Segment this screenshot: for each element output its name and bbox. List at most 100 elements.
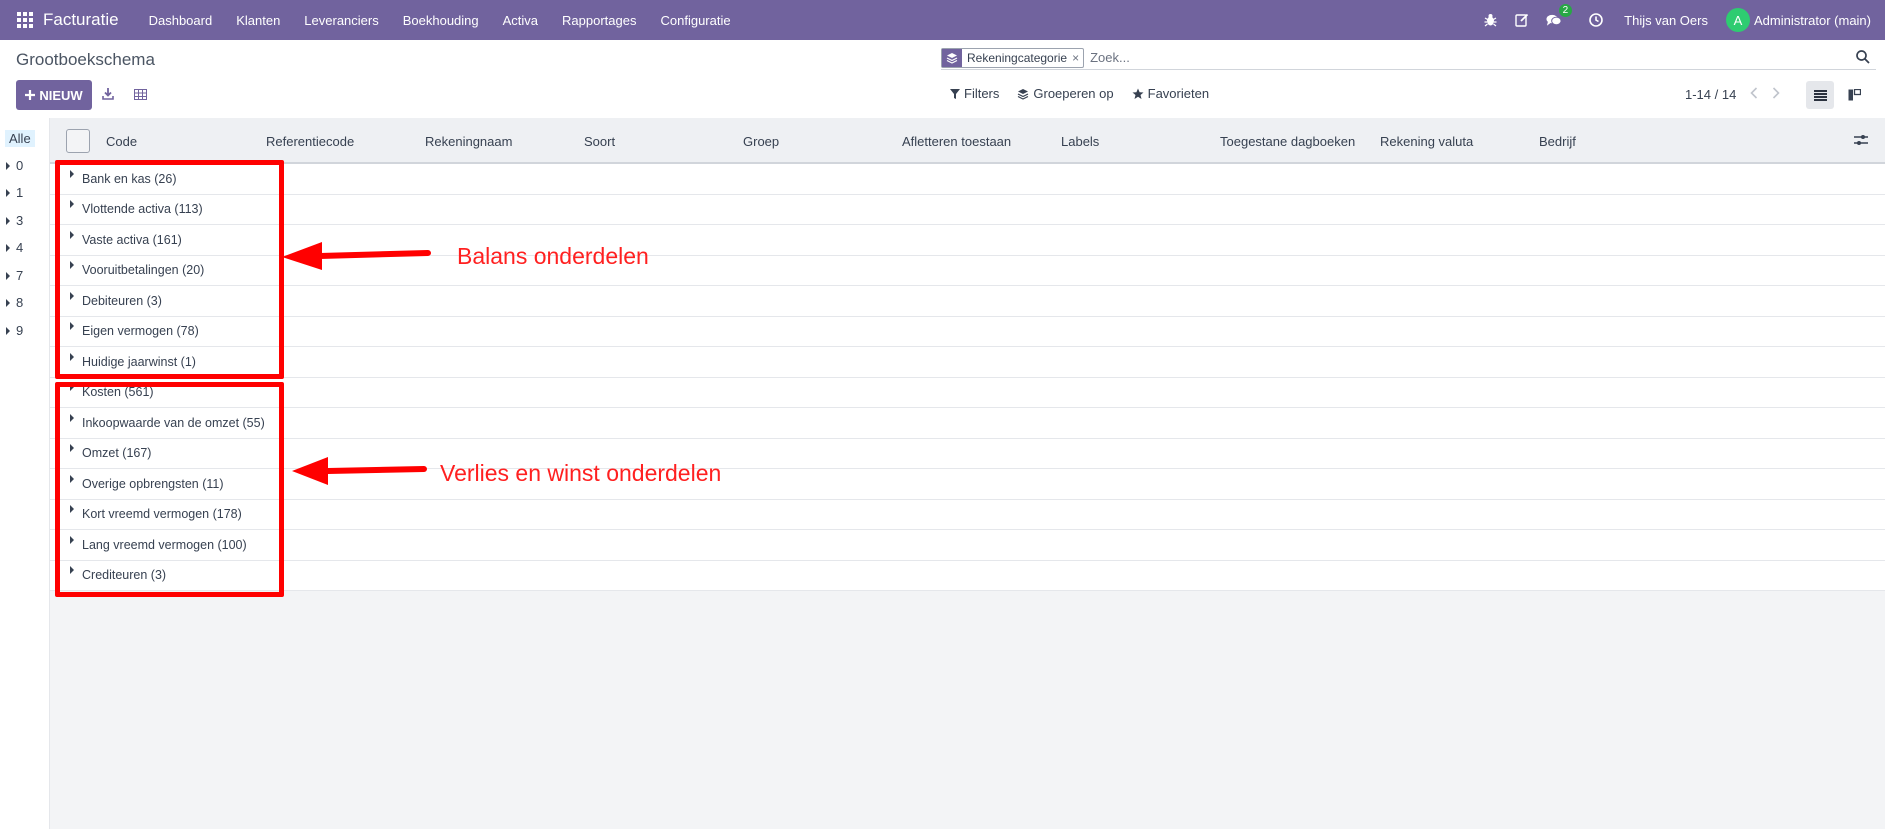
table-body: Bank en kas (26) Vlottende activa (113) …	[50, 164, 1885, 591]
new-button-label: NIEUW	[39, 87, 83, 103]
plus-icon	[25, 90, 36, 100]
kanban-icon	[1848, 89, 1861, 101]
edit-note-icon[interactable]	[1514, 12, 1530, 28]
group-row[interactable]: Debiteuren (3)	[50, 286, 1885, 317]
chat-icon[interactable]: 2	[1546, 4, 1573, 28]
side-item-1[interactable]: 1	[6, 185, 23, 200]
side-item-8[interactable]: 8	[6, 295, 23, 310]
group-row[interactable]: Inkoopwaarde van de omzet (55)	[50, 408, 1885, 439]
pnl-arrow-icon	[292, 457, 427, 485]
group-row[interactable]: Bank en kas (26)	[50, 164, 1885, 195]
side-item-9[interactable]: 9	[6, 323, 23, 338]
apps-grid-icon[interactable]	[17, 12, 33, 28]
side-item-label: 0	[16, 158, 24, 173]
page-title[interactable]: Grootboekschema	[16, 50, 155, 70]
column-settings-icon[interactable]	[1854, 134, 1868, 149]
group-row[interactable]: Vlottende activa (113)	[50, 195, 1885, 225]
menu-boekhouding[interactable]: Boekhouding	[391, 13, 491, 28]
search-bar[interactable]: Rekeningcategorie × Zoek...	[941, 46, 1876, 70]
select-all-checkbox[interactable]	[66, 129, 90, 153]
side-item-label: 3	[16, 213, 24, 228]
column-bedrijf[interactable]: Bedrijf	[1539, 134, 1576, 149]
facet-remove-icon[interactable]: ×	[1072, 51, 1083, 65]
group-row[interactable]: Huidige jaarwinst (1)	[50, 347, 1885, 378]
table-header: Code Referentiecode Rekeningnaam Soort G…	[50, 118, 1885, 164]
bug-icon[interactable]	[1482, 12, 1498, 28]
column-rekeningnaam[interactable]: Rekeningnaam	[425, 134, 512, 149]
menu-dashboard[interactable]: Dashboard	[137, 13, 225, 28]
favorites-toggle[interactable]: Favorieten	[1132, 86, 1209, 101]
menu-klanten[interactable]: Klanten	[224, 13, 292, 28]
new-button[interactable]: NIEUW	[16, 80, 92, 110]
side-item-7[interactable]: 7	[6, 268, 23, 283]
company-switcher[interactable]: Thijs van Oers	[1624, 13, 1708, 28]
pager-value[interactable]: 1-14 / 14	[1685, 87, 1736, 102]
column-valuta[interactable]: Rekening valuta	[1380, 134, 1473, 149]
side-item-label: 9	[16, 323, 24, 338]
caret-right-icon	[6, 326, 10, 335]
list-view-button[interactable]	[1806, 81, 1834, 109]
column-groep[interactable]: Groep	[743, 134, 779, 149]
side-item-label: 4	[16, 240, 24, 255]
caret-right-icon	[6, 243, 10, 252]
balance-annotation: Balans onderdelen	[457, 243, 649, 269]
menu-leveranciers[interactable]: Leveranciers	[292, 13, 390, 28]
star-icon	[1132, 88, 1144, 99]
side-item-label: Alle	[9, 131, 31, 146]
column-code[interactable]: Code	[106, 134, 137, 149]
spreadsheet-icon[interactable]	[132, 86, 148, 102]
chevron-right-icon[interactable]	[1772, 87, 1780, 102]
side-item-3[interactable]: 3	[6, 213, 23, 228]
top-navbar: Facturatie Dashboard Klanten Leverancier…	[0, 0, 1885, 40]
menu-rapportages[interactable]: Rapportages	[550, 13, 648, 28]
user-menu[interactable]: Administrator (main)	[1754, 13, 1871, 28]
favorites-label: Favorieten	[1147, 86, 1210, 101]
clock-icon[interactable]	[1588, 12, 1604, 28]
column-soort[interactable]: Soort	[584, 134, 615, 149]
side-item-label: 1	[16, 185, 24, 200]
app-name[interactable]: Facturatie	[43, 10, 119, 30]
avatar[interactable]: A	[1725, 8, 1750, 32]
group-row[interactable]: Lang vreemd vermogen (100)	[50, 530, 1885, 561]
column-referentiecode[interactable]: Referentiecode	[266, 134, 354, 149]
caret-right-icon	[6, 271, 10, 280]
search-facet-label: Rekeningcategorie	[967, 50, 1068, 65]
chevron-left-icon[interactable]	[1750, 87, 1758, 102]
search-icon[interactable]	[1856, 50, 1870, 67]
menu-configuratie[interactable]: Configuratie	[649, 13, 743, 28]
pager: 1-14 / 14	[1685, 87, 1780, 102]
group-row[interactable]: Eigen vermogen (78)	[50, 317, 1885, 347]
side-item-0[interactable]: 0	[6, 158, 23, 173]
side-item-label: 8	[16, 295, 24, 310]
download-icon[interactable]	[100, 86, 116, 102]
group-row[interactable]: Kosten (561)	[50, 378, 1885, 408]
side-item-4[interactable]: 4	[6, 240, 23, 255]
column-labels[interactable]: Labels	[1061, 134, 1099, 149]
pnl-annotation: Verlies en winst onderdelen	[440, 460, 722, 486]
group-row[interactable]: Crediteuren (3)	[50, 561, 1885, 591]
list-icon	[1813, 89, 1827, 101]
caret-right-icon	[6, 216, 10, 225]
balance-highlight-box	[55, 160, 284, 379]
kanban-view-button[interactable]	[1840, 81, 1868, 109]
category-sidepanel: Alle 0 1 3 4 7 8 9	[0, 118, 50, 829]
search-facet[interactable]: Rekeningcategorie ×	[941, 47, 1085, 68]
caret-right-icon	[6, 298, 10, 307]
column-dagboeken[interactable]: Toegestane dagboeken	[1220, 134, 1355, 149]
column-afletteren[interactable]: Afletteren toestaan	[902, 134, 1011, 149]
groupby-toggle[interactable]: Groeperen op	[1017, 86, 1114, 101]
caret-right-icon	[6, 188, 10, 197]
side-item-all[interactable]: Alle	[5, 130, 35, 147]
layers-icon	[942, 48, 962, 67]
balance-arrow-icon	[282, 242, 431, 270]
messages-badge: 2	[1558, 4, 1573, 17]
pnl-highlight-box	[55, 382, 284, 597]
group-row[interactable]: Kort vreemd vermogen (178)	[50, 500, 1885, 530]
layers-icon	[1018, 88, 1029, 100]
menu-activa[interactable]: Activa	[491, 13, 550, 28]
search-input[interactable]: Zoek...	[1090, 50, 1876, 65]
filter-icon	[950, 88, 960, 99]
caret-right-icon	[6, 161, 10, 170]
filters-toggle[interactable]: Filters	[950, 86, 999, 101]
search-options: Filters Groeperen op Favorieten	[950, 86, 1227, 101]
